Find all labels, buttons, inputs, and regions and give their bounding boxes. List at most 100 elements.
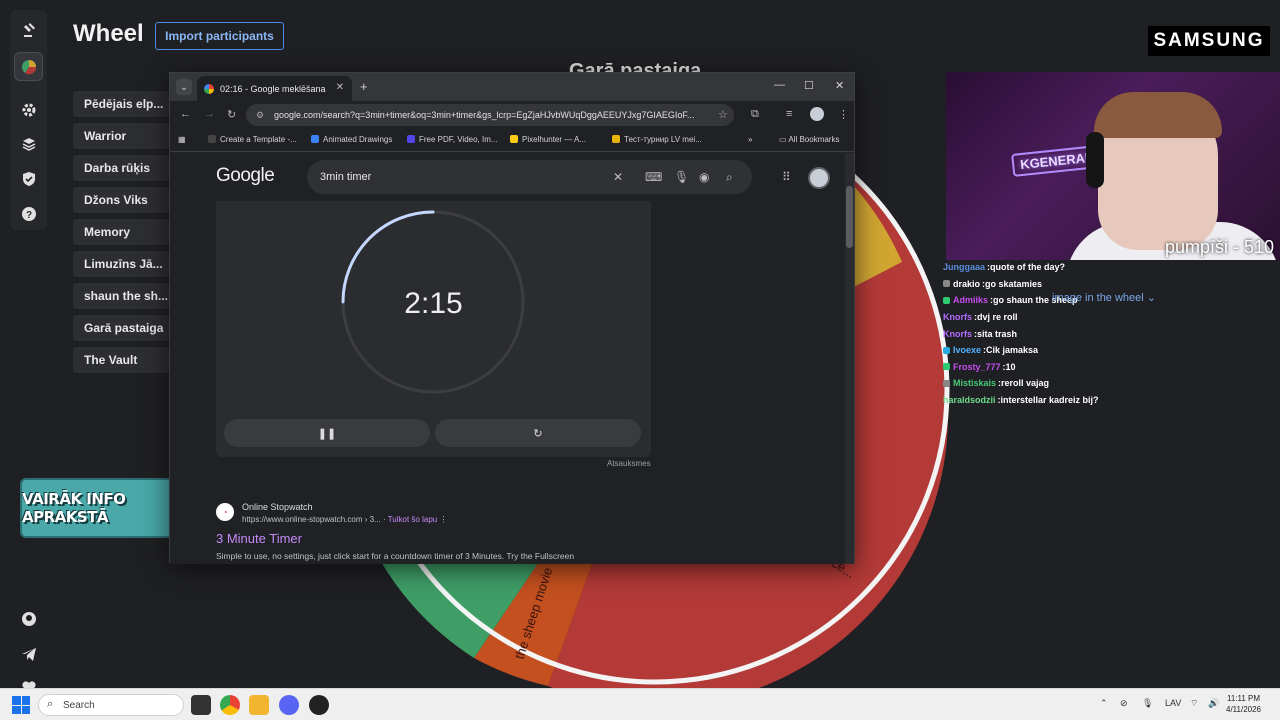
chat-text: interstellar kadreiz bij? bbox=[1000, 395, 1099, 406]
search-icon: ⌕ bbox=[47, 698, 54, 710]
more-bookmarks-icon[interactable]: » bbox=[748, 135, 752, 144]
reload-icon[interactable]: ↻ bbox=[227, 108, 236, 121]
layers-icon[interactable] bbox=[14, 129, 43, 158]
tab-search-icon[interactable]: ⌄ bbox=[176, 79, 192, 95]
bookmark-item[interactable]: Free PDF, Video, Im... bbox=[407, 135, 498, 144]
site-favicon-icon: ◔ bbox=[216, 503, 234, 521]
wheel-icon[interactable] bbox=[14, 52, 43, 81]
participant-item[interactable]: Darba rūķis bbox=[73, 155, 169, 181]
file-explorer-icon[interactable] bbox=[249, 695, 269, 715]
webcam-overlay: KGENERALEXE pumpīši - 510 bbox=[946, 72, 1280, 260]
participant-item[interactable]: Memory bbox=[73, 219, 169, 245]
telegram-icon[interactable] bbox=[14, 639, 43, 668]
clear-search-icon[interactable]: ✕ bbox=[613, 170, 623, 184]
taskbar-search-label: Search bbox=[63, 699, 95, 711]
chrome-icon[interactable] bbox=[220, 695, 240, 715]
back-icon[interactable]: ← bbox=[180, 108, 191, 120]
participant-item[interactable]: shaun the sh... bbox=[73, 283, 169, 309]
result-site-name[interactable]: Online Stopwatch bbox=[242, 502, 313, 512]
chat-badge-icon bbox=[943, 296, 950, 304]
clock-date: 4/11/2026 bbox=[1226, 705, 1261, 714]
timer-value: 2:15 bbox=[404, 287, 463, 320]
scroll-thumb[interactable] bbox=[846, 186, 853, 248]
obs-icon[interactable] bbox=[309, 695, 329, 715]
bookmarks-bar: ▦ Create a Template -... Animated Drawin… bbox=[170, 128, 854, 152]
participant-item[interactable]: Pēdējais elp...1 bbox=[73, 91, 169, 117]
participant-item[interactable]: The Vault bbox=[73, 347, 169, 373]
apps-grid-icon[interactable]: ▦ bbox=[178, 135, 186, 144]
page-scrollbar[interactable] bbox=[845, 153, 854, 564]
bookmark-label: Free PDF, Video, Im... bbox=[419, 135, 498, 144]
task-view-icon[interactable] bbox=[191, 695, 211, 715]
close-window-icon[interactable]: ✕ bbox=[835, 79, 844, 92]
taskbar-search[interactable]: ⌕ Search bbox=[38, 694, 184, 716]
system-clock[interactable]: 11:11 PM 4/11/2026 bbox=[1226, 693, 1261, 715]
network-icon[interactable]: ⊘ bbox=[1120, 698, 1128, 709]
menu-dots-icon[interactable]: ⋮ bbox=[838, 108, 849, 121]
browser-tab[interactable]: 02:16 - Google meklēšana ✕ bbox=[197, 76, 352, 101]
feedback-link[interactable]: Atsauksmes bbox=[607, 459, 651, 468]
forward-icon[interactable]: → bbox=[204, 108, 215, 120]
close-tab-icon[interactable]: ✕ bbox=[336, 82, 344, 93]
streamer-hair bbox=[1094, 92, 1222, 138]
search-icon[interactable]: ⌕ bbox=[726, 170, 733, 185]
bookmark-item[interactable]: Тест-турнир LV mei... bbox=[612, 135, 702, 144]
all-bookmarks[interactable]: ▭ All Bookmarks bbox=[779, 135, 839, 144]
media-controls-icon[interactable]: ≡ bbox=[786, 108, 792, 120]
bookmark-star-icon[interactable]: ☆ bbox=[718, 108, 728, 121]
help-icon[interactable]: ? bbox=[14, 199, 43, 228]
chat-username: Frosty_777 bbox=[953, 361, 1001, 372]
participant-item[interactable]: Limuzīns Jā... bbox=[73, 251, 169, 277]
url-text: google.com/search?q=3min+timer&oq=3min+t… bbox=[274, 110, 695, 120]
microphone-icon[interactable]: 🎙 bbox=[674, 170, 689, 184]
discord-icon[interactable] bbox=[279, 695, 299, 715]
mic-icon[interactable]: 🎙 bbox=[1142, 698, 1153, 709]
google-search-box[interactable]: 3min timer ✕ ⌨ 🎙 ◉ ⌕ bbox=[307, 160, 752, 194]
account-avatar[interactable] bbox=[808, 167, 830, 189]
chat-username: Ivoexe bbox=[953, 345, 982, 356]
bookmark-item[interactable]: Pixelhunter — A... bbox=[510, 135, 586, 144]
bookmark-item[interactable]: Animated Drawings bbox=[311, 135, 392, 144]
minimize-icon[interactable]: — bbox=[774, 79, 785, 91]
chat-username: Junggaaa bbox=[943, 262, 986, 273]
shield-check-icon[interactable] bbox=[14, 164, 43, 193]
wheel-hint[interactable]: image in the wheel ⌄ bbox=[1052, 291, 1156, 304]
tray-chevron-icon[interactable]: ⌃ bbox=[1100, 698, 1108, 709]
google-logo[interactable]: Google bbox=[216, 165, 275, 187]
timer-widget: 2:15 ❚❚ ↻ bbox=[216, 201, 651, 457]
chat-badge-icon bbox=[943, 363, 950, 371]
language-indicator[interactable]: LAV bbox=[1165, 698, 1181, 708]
keyboard-icon[interactable]: ⌨ bbox=[645, 170, 662, 184]
wifi-icon[interactable]: ⌔ bbox=[1190, 698, 1198, 709]
extensions-icon[interactable]: ⧉ bbox=[751, 108, 759, 121]
github-icon[interactable] bbox=[14, 604, 43, 633]
chat-text: Cik jamaksa bbox=[986, 345, 1039, 356]
maximize-icon[interactable]: ☐ bbox=[804, 79, 814, 92]
windows-start-icon[interactable] bbox=[12, 696, 30, 714]
translate-link[interactable]: Tulkot šo lapu bbox=[388, 515, 438, 524]
gavel-icon[interactable] bbox=[14, 15, 43, 44]
participant-item[interactable]: Warrior bbox=[73, 123, 169, 149]
new-tab-icon[interactable]: + bbox=[360, 79, 368, 94]
bookmark-label: Create a Template -... bbox=[220, 135, 297, 144]
participant-item[interactable]: Džons Viks bbox=[73, 187, 169, 213]
profile-avatar[interactable] bbox=[810, 107, 824, 121]
result-menu-icon[interactable]: ⋮ bbox=[439, 515, 447, 524]
chat-text: dvj re roll bbox=[977, 312, 1018, 323]
result-url[interactable]: https://www.online-stopwatch.com › 3... bbox=[242, 515, 381, 524]
google-apps-icon[interactable]: ⠿ bbox=[782, 170, 791, 184]
lens-icon[interactable]: ◉ bbox=[699, 170, 709, 184]
result-title-link[interactable]: 3 Minute Timer bbox=[216, 531, 302, 546]
participant-item[interactable]: Garā pastaiga bbox=[73, 315, 169, 341]
pause-button[interactable]: ❚❚ bbox=[224, 419, 430, 447]
tab-bar: ⌄ 02:16 - Google meklēšana ✕ + — ☐ ✕ bbox=[170, 73, 854, 101]
volume-icon[interactable]: 🔊 bbox=[1208, 698, 1219, 709]
site-info-icon[interactable]: ⚙ bbox=[256, 110, 264, 121]
address-bar[interactable]: ⚙ google.com/search?q=3min+timer&oq=3min… bbox=[246, 104, 734, 126]
import-participants-button[interactable]: Import participants bbox=[155, 22, 284, 50]
settings-icon[interactable] bbox=[14, 95, 43, 124]
bookmark-item[interactable]: Create a Template -... bbox=[208, 135, 297, 144]
result-url-line: https://www.online-stopwatch.com › 3... … bbox=[242, 515, 448, 524]
reset-button[interactable]: ↻ bbox=[435, 419, 641, 447]
chat-overlay: Junggaaa: quote of the day? drakio: go sk… bbox=[943, 259, 1280, 408]
